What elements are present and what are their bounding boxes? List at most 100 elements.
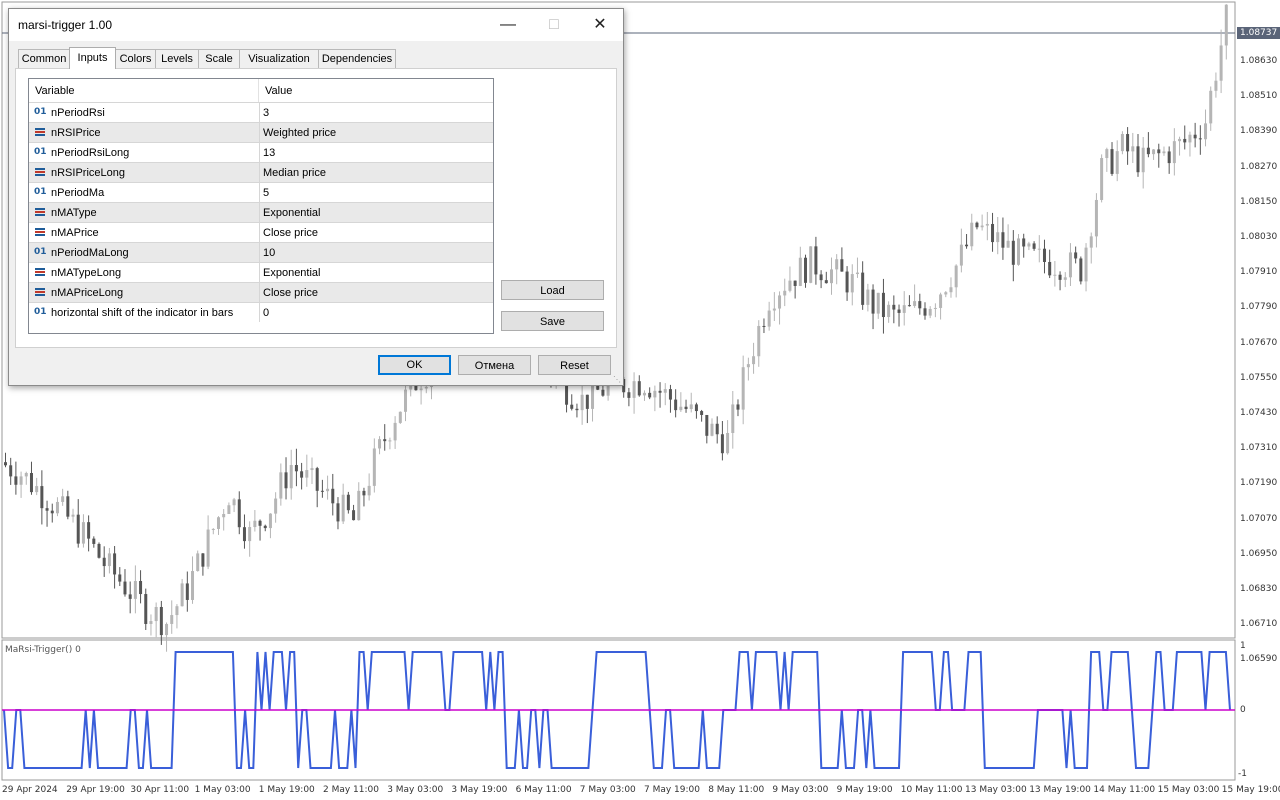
indicator-tick-top: 1 [1240,641,1246,651]
candle-body [752,356,756,365]
tab-scale[interactable]: Scale [198,49,240,68]
column-variable[interactable]: Variable [35,85,75,97]
candle-body [1110,149,1114,174]
candle-body [227,505,231,515]
input-row[interactable]: nMAType Exponential [29,202,493,222]
candle-body [741,367,745,410]
input-variable-name: nRSIPrice [51,127,101,139]
input-value[interactable]: 5 [263,187,269,199]
candle-body [933,307,937,309]
candle-body [123,581,127,595]
candle-body [346,494,350,511]
input-variable-name: nMAPriceLong [51,287,124,299]
input-variable-name: horizontal shift of the indicator in bar… [51,307,234,319]
input-row[interactable]: 01 nPeriodMa 5 [29,182,493,202]
candle-body [1089,236,1093,248]
reset-button[interactable]: Reset [538,355,611,375]
candle-body [746,364,750,368]
candle-body [1157,149,1161,154]
input-row[interactable]: nMATypeLong Exponential [29,262,493,282]
time-tick-label: 13 May 19:00 [1029,785,1091,795]
candle-body [237,499,241,528]
candle-body [279,472,283,499]
candle-body [944,292,948,295]
candle-body [1126,134,1130,152]
candle-body [653,390,657,398]
input-value[interactable]: Weighted price [263,127,336,139]
candle-body [658,390,662,393]
input-value[interactable]: Close price [263,287,318,299]
input-value[interactable]: 0 [263,307,269,319]
candle-body [783,290,787,296]
input-value[interactable]: 10 [263,247,275,259]
input-variable-name: nMATypeLong [51,267,122,279]
candle-body [642,392,646,396]
input-row[interactable]: nMAPrice Close price [29,222,493,242]
input-value[interactable]: Exponential [263,207,321,219]
load-button[interactable]: Load [501,280,604,300]
candle-body [1224,4,1228,46]
candle-body [191,571,195,600]
input-variable-name: nPeriodMaLong [51,247,129,259]
candle-body [985,223,989,226]
input-value[interactable]: Median price [263,167,326,179]
dialog-titlebar[interactable]: marsi-trigger 1.00 — □ ✕ [9,9,623,41]
input-row[interactable]: nRSIPriceLong Median price [29,162,493,182]
candle-body [1094,199,1098,237]
close-icon[interactable]: ✕ [577,9,623,41]
integer-icon: 01 [34,147,47,157]
candle-body [949,287,953,293]
candle-body [1058,274,1062,280]
tab-levels[interactable]: Levels [155,49,199,68]
column-value[interactable]: Value [265,85,292,97]
time-tick-label: 29 Apr 2024 [2,785,58,795]
input-value[interactable]: 3 [263,107,269,119]
candle-body [383,439,387,442]
candle-body [866,289,870,305]
input-value[interactable]: Close price [263,227,318,239]
resize-grip-icon[interactable]: ⋱ [613,375,621,384]
time-tick-label: 13 May 03:00 [965,785,1027,795]
input-value[interactable]: 13 [263,147,275,159]
price-tick-label: 1.06590 [1240,654,1278,665]
candle-body [798,257,802,286]
ok-button[interactable]: OK [378,355,451,375]
candle-body [87,522,91,539]
candle-body [689,404,693,410]
candle-body [970,222,974,247]
tab-visualization[interactable]: Visualization [239,49,319,68]
input-row[interactable]: nMAPriceLong Close price [29,282,493,302]
candle-body [393,422,397,441]
candle-body [258,520,262,526]
indicator-properties-dialog: marsi-trigger 1.00 — □ ✕ Common Inputs C… [8,8,624,386]
tab-colors[interactable]: Colors [115,49,156,68]
price-tick-label: 1.06710 [1240,619,1278,630]
enum-icon [34,267,46,277]
tab-common[interactable]: Common [18,49,70,68]
input-variable-name: nPeriodRsiLong [51,147,130,159]
candle-body [404,389,408,412]
input-row[interactable]: nRSIPrice Weighted price [29,122,493,142]
candle-body [762,325,766,327]
cancel-button[interactable]: Отмена [458,355,531,375]
candle-body [845,271,849,293]
input-row[interactable]: 01 horizontal shift of the indicator in b… [29,302,493,322]
input-row[interactable]: 01 nPeriodRsi 3 [29,102,493,122]
price-tick-label: 1.08510 [1240,91,1278,102]
time-tick-label: 30 Apr 11:00 [130,785,190,795]
input-row[interactable]: 01 nPeriodRsiLong 13 [29,142,493,162]
candle-body [378,439,382,449]
input-value[interactable]: Exponential [263,267,321,279]
candle-body [1178,138,1182,142]
tab-dependencies[interactable]: Dependencies [318,49,396,68]
input-row[interactable]: 01 nPeriodMaLong 10 [29,242,493,262]
candle-body [97,543,101,558]
candle-body [66,496,70,517]
save-button[interactable]: Save [501,311,604,331]
candle-body [1011,240,1015,265]
minimize-icon[interactable]: — [485,9,531,41]
tab-inputs[interactable]: Inputs [69,47,116,69]
candle-body [840,259,844,272]
candle-body [263,525,267,529]
candle-body [855,272,859,275]
